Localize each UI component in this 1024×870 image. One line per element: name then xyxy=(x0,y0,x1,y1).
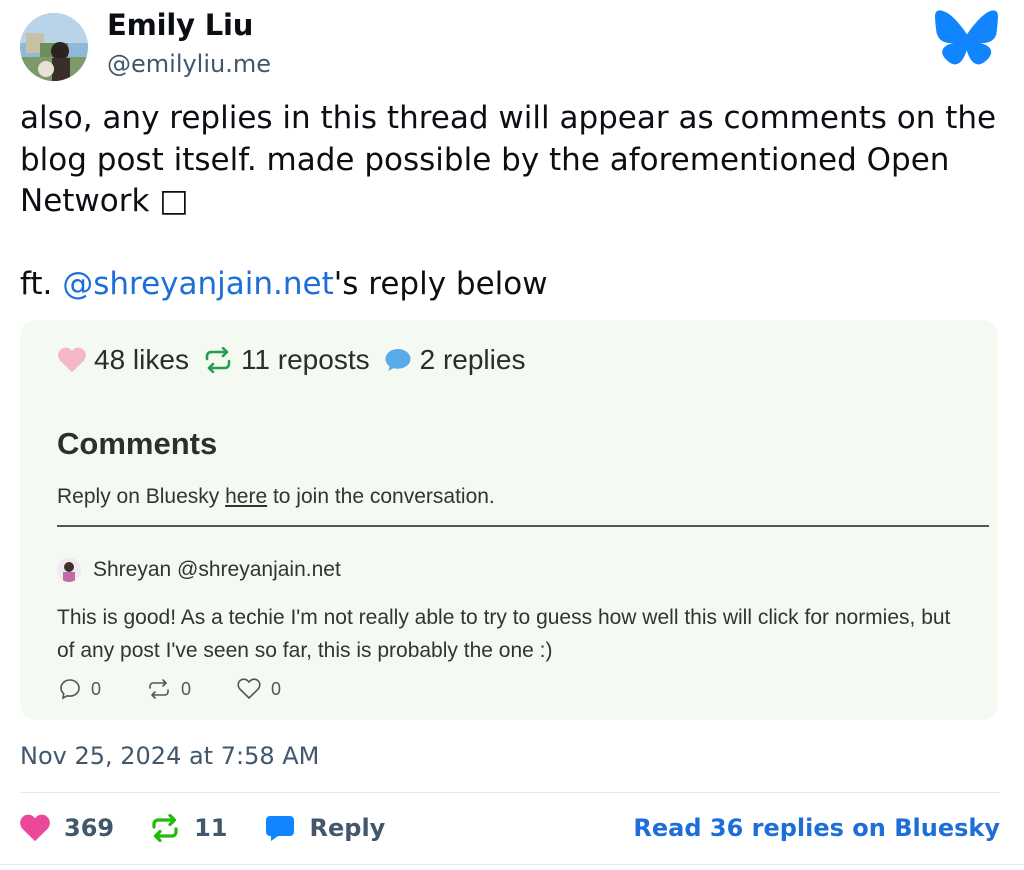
reply-prompt-before: Reply on Bluesky xyxy=(57,485,226,508)
reply-prompt: Reply on Bluesky here to join the conver… xyxy=(57,485,495,509)
author-handle[interactable]: @emilyliu.me xyxy=(107,50,271,78)
post-paragraph: also, any replies in this thread will ap… xyxy=(20,100,997,219)
post-footnote: ft. @shreyanjain.net's reply below xyxy=(20,264,1000,306)
embed-replies: 2 replies xyxy=(384,344,526,376)
speech-bubble-icon xyxy=(385,349,411,371)
mention-link[interactable]: @shreyanjain.net xyxy=(62,266,334,302)
comment-like-count: 0 xyxy=(271,678,282,699)
embed-likes: 48 likes xyxy=(58,344,189,376)
reply-button[interactable]: Reply xyxy=(264,814,386,842)
comments-divider xyxy=(57,525,989,527)
ft-prefix: ft. xyxy=(20,266,63,302)
embed-reposts: 11 reposts xyxy=(203,344,370,376)
footer-divider xyxy=(20,792,1000,793)
speech-bubble-icon xyxy=(265,816,294,841)
heart-icon xyxy=(237,678,261,700)
comment-text: This is good! As a techie I'm not really… xyxy=(57,606,951,662)
repost-icon xyxy=(149,679,169,699)
read-replies-link[interactable]: Read 36 replies on Bluesky xyxy=(633,814,1000,842)
repost-count: 11 xyxy=(194,814,228,842)
comment-author-label: Shreyan @shreyanjain.net xyxy=(93,558,341,581)
embed-stats: 48 likes 11 reposts 2 replies xyxy=(58,344,539,376)
comment-reply-count: 0 xyxy=(91,678,102,699)
comment-avatar[interactable] xyxy=(57,558,81,582)
heart-icon xyxy=(20,814,50,842)
post-card: Emily Liu @emilyliu.me also, any replies… xyxy=(0,0,1024,865)
author-name[interactable]: Emily Liu xyxy=(107,8,253,42)
speech-bubble-icon xyxy=(60,679,80,700)
post-footer: 369 11 Reply Read 36 replies on Bluesky xyxy=(20,806,1000,850)
embed-replies-label: 2 replies xyxy=(419,344,526,375)
comment-like-action[interactable]: 0 xyxy=(237,678,281,700)
embed-reposts-label: 11 reposts xyxy=(240,344,370,375)
reply-here-link[interactable]: here xyxy=(225,485,267,508)
comment-repost-count: 0 xyxy=(181,678,192,699)
reply-label: Reply xyxy=(309,814,386,842)
comment-reply-action[interactable]: 0 xyxy=(59,678,101,700)
comment-repost-action[interactable]: 0 xyxy=(147,678,191,700)
repost-icon xyxy=(205,347,231,373)
like-count: 369 xyxy=(64,814,115,842)
post-timestamp[interactable]: Nov 25, 2024 at 7:58 AM xyxy=(20,742,319,770)
heart-icon xyxy=(58,347,86,373)
ft-suffix: 's reply below xyxy=(333,266,548,302)
post-body: also, any replies in this thread will ap… xyxy=(20,98,1000,306)
like-button[interactable]: 369 xyxy=(20,814,114,842)
blog-comments-embed: 48 likes 11 reposts 2 replies Comments R… xyxy=(20,320,998,720)
author-avatar[interactable] xyxy=(20,13,88,81)
embed-likes-label: 48 likes xyxy=(94,344,189,375)
reply-prompt-after: to join the conversation. xyxy=(267,485,495,508)
repost-button[interactable]: 11 xyxy=(150,814,228,842)
bluesky-butterfly-icon[interactable] xyxy=(935,10,999,68)
comment-actions: 0 0 0 xyxy=(59,678,327,700)
comments-heading: Comments xyxy=(57,426,218,461)
repost-icon xyxy=(152,814,178,842)
comment-author[interactable]: Shreyan @shreyanjain.net xyxy=(57,558,341,582)
